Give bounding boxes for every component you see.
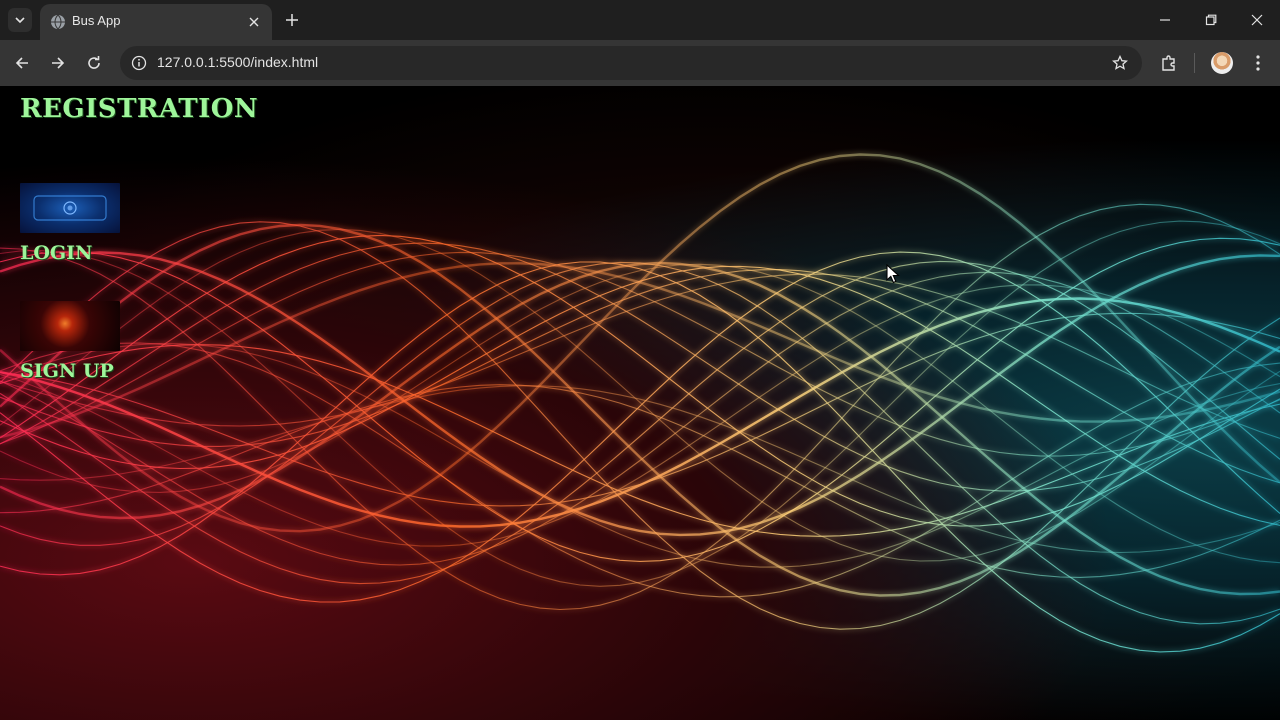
device-icon bbox=[33, 195, 107, 221]
login-link[interactable]: LOGIN bbox=[20, 242, 92, 264]
close-icon bbox=[1251, 14, 1263, 26]
puzzle-icon bbox=[1162, 55, 1175, 71]
light-strand bbox=[0, 262, 1280, 439]
forward-button[interactable] bbox=[46, 51, 70, 75]
light-strand bbox=[0, 265, 1280, 526]
tab-close-button[interactable] bbox=[244, 12, 264, 32]
light-strand bbox=[0, 251, 1280, 603]
light-strand bbox=[0, 261, 1280, 625]
reload-icon bbox=[88, 56, 100, 69]
tab-title: Bus App bbox=[72, 13, 121, 28]
light-strand bbox=[0, 297, 1280, 528]
light-waves-background bbox=[0, 153, 1280, 653]
back-arrow-icon bbox=[15, 57, 28, 69]
light-strand bbox=[0, 343, 1280, 568]
signup-link[interactable]: SIGN UP bbox=[20, 360, 114, 382]
mouse-pointer-icon bbox=[886, 264, 900, 284]
tab-search-button[interactable] bbox=[8, 8, 32, 32]
toolbar-separator bbox=[1194, 53, 1195, 73]
browser-toolbar: 127.0.0.1:5500/index.html bbox=[0, 40, 1280, 86]
page-title: REGISTRATION bbox=[20, 94, 259, 124]
restore-button[interactable] bbox=[1196, 6, 1226, 34]
site-info-button[interactable] bbox=[128, 52, 150, 74]
kebab-menu-icon bbox=[1256, 55, 1260, 71]
login-thumbnail[interactable] bbox=[20, 183, 120, 233]
page-viewport: REGISTRATION LOGIN SIGN UP bbox=[0, 86, 1280, 720]
address-bar[interactable]: 127.0.0.1:5500/index.html bbox=[120, 46, 1142, 80]
info-icon bbox=[131, 55, 147, 71]
close-icon bbox=[249, 17, 259, 27]
bookmark-button[interactable] bbox=[1110, 53, 1130, 73]
browser-menu-button[interactable] bbox=[1246, 51, 1270, 75]
url-text[interactable]: 127.0.0.1:5500/index.html bbox=[157, 54, 318, 70]
profile-avatar[interactable] bbox=[1211, 52, 1233, 74]
minimize-icon bbox=[1160, 19, 1170, 21]
tab-bar: Bus App bbox=[0, 0, 1280, 40]
new-tab-button[interactable] bbox=[280, 8, 304, 32]
light-strand bbox=[0, 269, 1280, 484]
restore-icon bbox=[1205, 14, 1217, 26]
light-strand bbox=[0, 153, 1280, 533]
reload-button[interactable] bbox=[82, 51, 106, 75]
globe-icon bbox=[51, 14, 65, 30]
star-icon bbox=[1112, 55, 1128, 70]
minimize-button[interactable] bbox=[1150, 6, 1180, 34]
signup-thumbnail[interactable] bbox=[20, 301, 120, 351]
plus-icon bbox=[286, 14, 298, 26]
forward-arrow-icon bbox=[52, 57, 65, 69]
close-window-button[interactable] bbox=[1242, 6, 1272, 34]
back-button[interactable] bbox=[10, 51, 34, 75]
extensions-button[interactable] bbox=[1157, 51, 1181, 75]
chevron-down-icon bbox=[15, 17, 25, 24]
browser-tab[interactable]: Bus App bbox=[40, 4, 272, 40]
